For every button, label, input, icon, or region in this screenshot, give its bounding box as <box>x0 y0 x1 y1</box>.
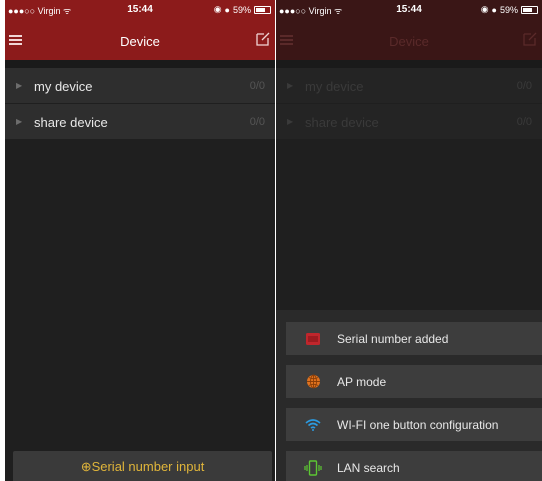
edit-icon <box>523 32 537 46</box>
expand-arrow-icon: ▶ <box>287 117 294 126</box>
device-count: 0/0 <box>516 116 532 128</box>
wifi-one-button-configuration-option[interactable]: WI-FI one button configuration <box>286 408 542 441</box>
expand-arrow-icon: ▶ <box>16 117 23 126</box>
lan-search-option[interactable]: LAN search <box>286 451 542 481</box>
status-bar: ●●●○○ Virgin ᯤ 15:44 ◉ ● 59% <box>5 0 275 20</box>
expand-arrow-icon: ▶ <box>16 81 23 90</box>
sheet-item-label: LAN search <box>337 460 400 475</box>
barcode-icon <box>302 331 324 347</box>
device-list: ▶ my device 0/0 ▶ share device 0/0 <box>5 68 275 140</box>
page-title: Device <box>120 34 160 49</box>
list-item-my-device[interactable]: ▶ my device 0/0 <box>5 68 275 104</box>
list-item-share-device: ▶ share device 0/0 <box>276 104 542 140</box>
alarm-icon: ● <box>224 4 230 15</box>
device-group-label: my device <box>34 79 93 94</box>
add-device-action-sheet: Serial number added AP mode WI-FI one bu… <box>276 310 542 481</box>
sheet-item-label: Serial number added <box>337 331 449 346</box>
serial-number-added-option[interactable]: Serial number added <box>286 322 542 355</box>
page-title: Device <box>389 34 429 49</box>
device-list: ▶ my device 0/0 ▶ share device 0/0 <box>276 68 542 140</box>
lock-rotation-icon: ◉ <box>213 4 222 14</box>
ap-mode-option[interactable]: AP mode <box>286 365 542 398</box>
list-item-share-device[interactable]: ▶ share device 0/0 <box>5 104 275 140</box>
device-count: 0/0 <box>516 80 532 92</box>
status-bar: ●●●○○ Virgin ᯤ 15:44 ◉ ● 59% <box>276 0 542 20</box>
device-count: 0/0 <box>249 116 265 128</box>
battery-percent: 59% <box>232 4 251 15</box>
add-device-screen: Device ●●●○○ Virgin ᯤ 15:44 ◉ ● 59% ▶ my… <box>276 0 542 481</box>
phone-lan-icon <box>302 459 324 476</box>
device-count: 0/0 <box>249 80 265 92</box>
serial-number-input-button[interactable]: ⊕Serial number input <box>13 451 272 481</box>
globe-icon <box>302 374 324 390</box>
alarm-icon: ● <box>491 4 497 15</box>
wifi-icon <box>302 417 324 433</box>
expand-arrow-icon: ▶ <box>287 81 294 90</box>
battery-icon <box>521 5 538 14</box>
battery-percent: 59% <box>499 4 518 15</box>
sheet-item-label: WI-FI one button configuration <box>337 417 499 432</box>
device-group-label: my device <box>305 79 364 94</box>
lock-rotation-icon: ◉ <box>480 4 489 14</box>
sheet-item-label: AP mode <box>337 374 387 389</box>
device-group-label: share device <box>305 115 379 130</box>
list-item-my-device: ▶ my device 0/0 <box>276 68 542 104</box>
edit-icon[interactable] <box>256 32 270 46</box>
device-group-label: share device <box>34 115 108 130</box>
battery-icon <box>254 5 271 14</box>
device-screen: Device ●●●○○ Virgin ᯤ 15:44 ◉ ● 59% ▶ my… <box>5 0 275 481</box>
